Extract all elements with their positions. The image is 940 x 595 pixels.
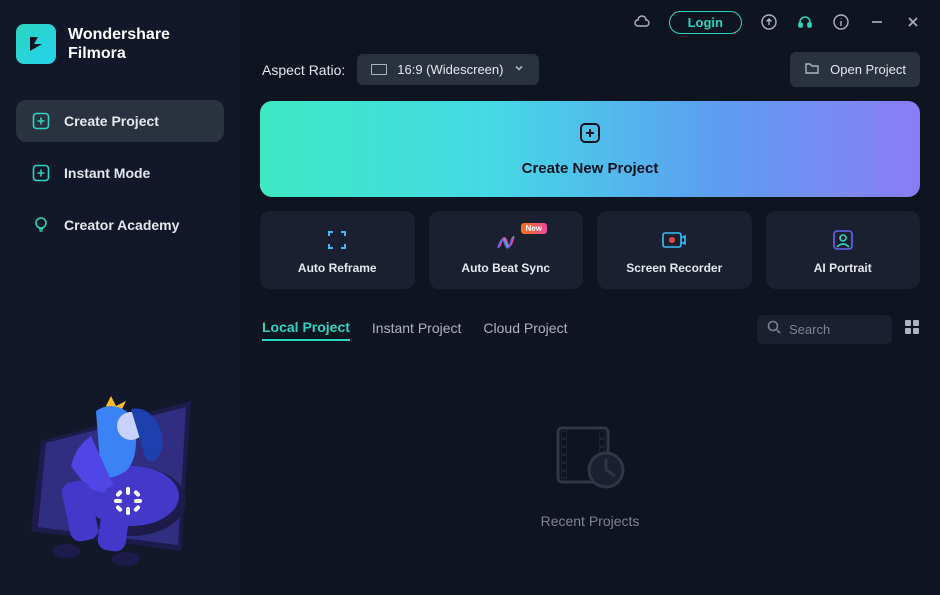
screen-icon bbox=[371, 64, 387, 75]
badge-new: New bbox=[521, 223, 547, 234]
folder-icon bbox=[804, 60, 820, 79]
info-icon[interactable] bbox=[832, 13, 850, 31]
card-screen-recorder[interactable]: Screen Recorder bbox=[597, 211, 752, 289]
aspect-ratio-select[interactable]: 16:9 (Widescreen) bbox=[357, 54, 539, 85]
cloud-icon[interactable] bbox=[633, 13, 651, 31]
card-label: Auto Reframe bbox=[298, 261, 377, 275]
minimize-icon[interactable] bbox=[868, 13, 886, 31]
open-project-button[interactable]: Open Project bbox=[790, 52, 920, 87]
app-logo: Wondershare Filmora bbox=[16, 24, 224, 64]
create-new-project-label: Create New Project bbox=[522, 160, 659, 177]
sidebar: Wondershare Filmora Create Project Insta… bbox=[0, 0, 240, 595]
sidebar-item-creator-academy[interactable]: Creator Academy bbox=[16, 204, 224, 246]
card-label: Auto Beat Sync bbox=[461, 261, 550, 275]
grid-view-icon[interactable] bbox=[904, 319, 920, 340]
plus-square-icon bbox=[578, 121, 602, 150]
recorder-icon bbox=[661, 229, 687, 251]
card-auto-reframe[interactable]: Auto Reframe bbox=[260, 211, 415, 289]
titlebar: Login bbox=[240, 0, 940, 36]
filmora-logo-icon bbox=[16, 24, 56, 64]
card-ai-portrait[interactable]: AI Portrait bbox=[766, 211, 921, 289]
chevron-down-icon bbox=[513, 62, 525, 77]
portrait-icon bbox=[832, 229, 854, 251]
sidebar-item-label: Create Project bbox=[64, 113, 159, 129]
aspect-ratio-value: 16:9 (Widescreen) bbox=[397, 62, 503, 77]
top-row: Aspect Ratio: 16:9 (Widescreen) Open Pro… bbox=[240, 36, 940, 101]
plus-square-outline-icon bbox=[32, 164, 50, 182]
main: Login Aspect Ratio: 16:9 (Widescreen) bbox=[240, 0, 940, 595]
brand-line2: Filmora bbox=[68, 44, 170, 63]
brand-line1: Wondershare bbox=[68, 25, 170, 44]
headset-icon[interactable] bbox=[796, 13, 814, 31]
bulb-icon bbox=[32, 216, 50, 234]
search-icon bbox=[767, 320, 781, 339]
tab-cloud-project[interactable]: Cloud Project bbox=[483, 320, 567, 340]
card-auto-beat-sync[interactable]: New Auto Beat Sync bbox=[429, 211, 584, 289]
sidebar-illustration bbox=[16, 351, 224, 571]
recent-projects-label: Recent Projects bbox=[541, 513, 640, 529]
sidebar-item-label: Creator Academy bbox=[64, 217, 179, 233]
open-project-label: Open Project bbox=[830, 62, 906, 77]
plus-square-icon bbox=[32, 112, 50, 130]
recent-projects-icon bbox=[550, 420, 630, 497]
sidebar-item-label: Instant Mode bbox=[64, 165, 150, 181]
create-new-project-button[interactable]: Create New Project bbox=[260, 101, 920, 197]
card-label: AI Portrait bbox=[814, 261, 872, 275]
recent-projects-area: Recent Projects bbox=[240, 354, 940, 595]
login-button[interactable]: Login bbox=[669, 11, 742, 34]
feature-cards: Auto Reframe New Auto Beat Sync Screen R… bbox=[240, 197, 940, 289]
tab-instant-project[interactable]: Instant Project bbox=[372, 320, 462, 340]
projects-header: Local Project Instant Project Cloud Proj… bbox=[240, 289, 940, 354]
reframe-icon bbox=[325, 229, 349, 251]
search-input[interactable] bbox=[789, 322, 882, 337]
search-box[interactable] bbox=[757, 315, 892, 344]
close-icon[interactable] bbox=[904, 13, 922, 31]
sidebar-item-instant-mode[interactable]: Instant Mode bbox=[16, 152, 224, 194]
aspect-ratio-label: Aspect Ratio: bbox=[262, 62, 345, 78]
upload-icon[interactable] bbox=[760, 13, 778, 31]
tab-local-project[interactable]: Local Project bbox=[262, 319, 350, 341]
card-label: Screen Recorder bbox=[626, 261, 722, 275]
beat-icon bbox=[493, 229, 519, 251]
sidebar-item-create-project[interactable]: Create Project bbox=[16, 100, 224, 142]
